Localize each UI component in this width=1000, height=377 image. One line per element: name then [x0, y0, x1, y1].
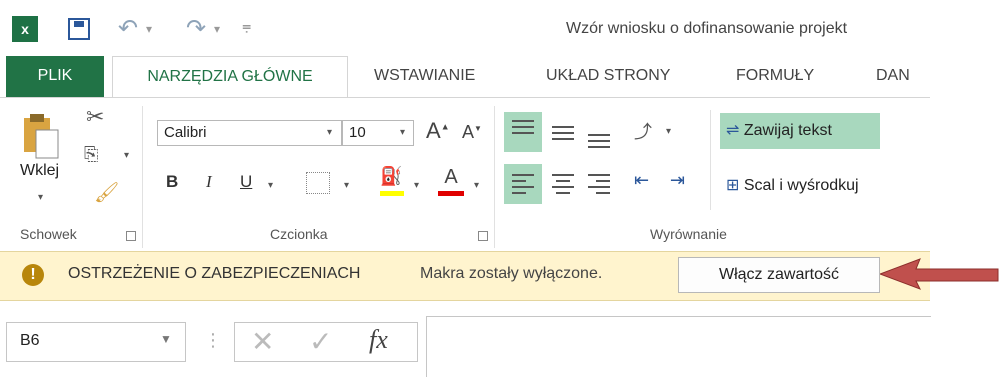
- save-icon[interactable]: [68, 18, 90, 40]
- wrap-text-button[interactable]: ⇌ Zawijaj tekst: [720, 113, 880, 149]
- redo-dropdown-icon[interactable]: ▾: [214, 22, 220, 36]
- font-color-icon[interactable]: A: [438, 166, 464, 196]
- paste-label[interactable]: Wklej: [20, 162, 59, 180]
- paste-dropdown-icon[interactable]: ▾: [38, 192, 43, 203]
- shrink-font-icon[interactable]: A▼: [462, 122, 482, 143]
- underline-dropdown-icon[interactable]: ▾: [268, 180, 273, 191]
- formula-buttons: ✕ ✓ fx: [234, 322, 418, 362]
- align-center-button[interactable]: [546, 164, 580, 204]
- redo-icon[interactable]: ↷: [186, 14, 206, 43]
- insert-function-button[interactable]: fx: [369, 325, 388, 355]
- enter-icon[interactable]: ✓: [309, 325, 332, 358]
- excel-app-icon: x: [12, 16, 38, 42]
- grow-font-icon[interactable]: A▲: [426, 118, 450, 144]
- group-separator: [142, 106, 143, 248]
- merge-center-icon: ⊞: [726, 177, 740, 194]
- name-box-value[interactable]: B6: [20, 332, 40, 350]
- group-separator: [494, 106, 495, 248]
- fill-color-icon[interactable]: ⛽: [380, 166, 404, 196]
- borders-dropdown-icon[interactable]: ▾: [344, 180, 349, 191]
- font-name-select[interactable]: Calibri: [157, 120, 342, 146]
- format-painter-icon[interactable]: 🖌: [94, 180, 119, 205]
- undo-dropdown-icon[interactable]: ▾: [146, 22, 152, 36]
- copy-icon[interactable]: ⎘: [84, 144, 98, 165]
- window-title: Wzór wniosku o dofinansowanie projekt: [566, 20, 848, 37]
- merge-center-label: Scal i wyśrodkuj: [743, 177, 859, 194]
- group-separator: [710, 110, 711, 210]
- tab-insert[interactable]: WSTAWIANIE: [374, 56, 475, 98]
- bottom-align-button[interactable]: [582, 112, 616, 152]
- customize-qat-icon[interactable]: ⩦: [242, 18, 251, 36]
- font-group-label: Czcionka: [270, 226, 328, 242]
- font-launcher-icon[interactable]: [478, 231, 488, 241]
- top-align-button[interactable]: [504, 112, 542, 152]
- italic-button[interactable]: I: [206, 172, 212, 192]
- wrap-text-icon: ⇌: [726, 122, 740, 139]
- wrap-text-label: Zawijaj tekst: [743, 122, 832, 139]
- resize-handle-icon[interactable]: ⋮: [204, 330, 222, 351]
- tab-data[interactable]: DAN: [876, 56, 930, 98]
- bold-button[interactable]: B: [166, 172, 178, 192]
- clipboard-group-label: Schowek: [20, 226, 77, 242]
- tab-formulas[interactable]: FORMUŁY: [736, 56, 814, 98]
- ribbon-divider: [0, 97, 930, 98]
- font-name-dropdown-icon[interactable]: ▾: [327, 127, 332, 138]
- font-size-dropdown-icon[interactable]: ▾: [400, 127, 405, 138]
- fill-color-dropdown-icon[interactable]: ▾: [414, 180, 419, 191]
- middle-align-button[interactable]: [546, 112, 580, 152]
- pointer-arrow: [880, 258, 999, 290]
- name-box-dropdown-icon[interactable]: ▼: [160, 332, 172, 346]
- tab-file[interactable]: PLIK: [6, 56, 104, 98]
- orientation-icon[interactable]: ⤴: [634, 118, 652, 144]
- security-warning-title: OSTRZEŻENIE O ZABEZPIECZENIACH: [68, 265, 361, 282]
- align-left-button[interactable]: [504, 164, 542, 204]
- undo-icon[interactable]: ↶: [118, 14, 138, 43]
- alignment-group-label: Wyrównanie: [650, 226, 727, 242]
- underline-button[interactable]: U: [240, 172, 252, 192]
- enable-content-button[interactable]: Włącz zawartość: [678, 257, 880, 293]
- warning-icon: !: [22, 264, 44, 286]
- borders-icon[interactable]: [306, 172, 330, 194]
- font-color-dropdown-icon[interactable]: ▾: [474, 180, 479, 191]
- align-right-button[interactable]: [582, 164, 616, 204]
- security-warning-message: Makra zostały wyłączone.: [420, 265, 603, 282]
- tab-page-layout[interactable]: UKŁAD STRONY: [546, 56, 670, 98]
- copy-dropdown-icon[interactable]: ▾: [124, 150, 129, 161]
- merge-center-button[interactable]: ⊞ Scal i wyśrodkuj: [720, 168, 910, 204]
- paste-button[interactable]: [20, 112, 60, 160]
- clipboard-launcher-icon[interactable]: [126, 231, 136, 241]
- formula-input[interactable]: [426, 316, 931, 377]
- cut-icon[interactable]: ✂: [86, 104, 104, 130]
- orientation-dropdown-icon[interactable]: ▾: [666, 126, 671, 137]
- decrease-indent-icon[interactable]: ⇤: [634, 170, 649, 191]
- tab-home[interactable]: NARZĘDZIA GŁÓWNE: [112, 56, 348, 98]
- cancel-icon[interactable]: ✕: [251, 325, 274, 358]
- paste-icon: [24, 114, 59, 159]
- increase-indent-icon[interactable]: ⇥: [670, 170, 685, 191]
